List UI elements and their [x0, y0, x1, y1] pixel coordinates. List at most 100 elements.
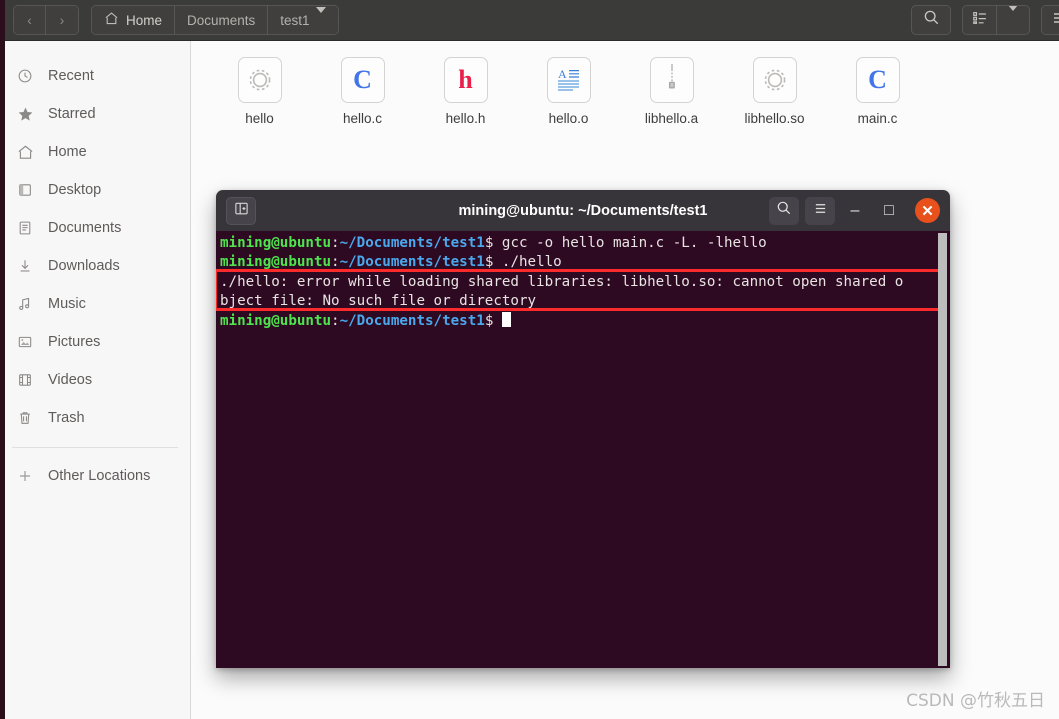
file-type-glyph: C	[868, 65, 887, 94]
terminal-window-controls: – □ ✕	[769, 196, 942, 225]
file-item-hello[interactable]: hello	[208, 57, 311, 126]
sidebar-item-downloads[interactable]: Downloads	[0, 247, 190, 285]
terminal-output-line: bject file: No such file or directory	[220, 293, 537, 310]
forward-button[interactable]: ›	[46, 6, 78, 34]
breadcrumb-item-documents[interactable]: Documents	[175, 6, 269, 34]
file-item-libhello-so[interactable]: libhello.so	[723, 57, 826, 126]
back-button[interactable]: ‹	[14, 6, 46, 34]
terminal-cursor	[501, 311, 511, 327]
maximize-icon: □	[884, 201, 894, 219]
sidebar-label-trash: Trash	[48, 410, 85, 426]
terminal-window: mining@ubuntu: ~/Documents/test1 – □ ✕ m…	[216, 190, 950, 668]
list-view-button[interactable]	[963, 6, 997, 34]
close-button[interactable]: ✕	[915, 198, 940, 223]
file-grid: hello C hello.c h hello.h A hello.o libh…	[192, 41, 1059, 126]
sidebar-label-music: Music	[48, 296, 86, 312]
sidebar-item-pictures[interactable]: Pictures	[0, 323, 190, 361]
terminal-body[interactable]: mining@ubuntu:~/Documents/test1$ gcc -o …	[216, 231, 950, 668]
file-item-hello-h[interactable]: h hello.h	[414, 57, 517, 126]
sidebar-label-other-locations: Other Locations	[48, 468, 151, 484]
terminal-scrollbar[interactable]	[938, 233, 947, 666]
view-mode-group	[962, 5, 1030, 35]
star-icon	[16, 105, 34, 123]
gear-executable-icon	[237, 57, 282, 103]
prompt-path: ~/Documents/test1	[339, 312, 485, 329]
desktop-icon	[16, 181, 34, 199]
sidebar-label-recent: Recent	[48, 68, 94, 84]
file-label: hello.c	[342, 111, 383, 126]
film-icon	[16, 371, 34, 389]
breadcrumb: Home Documents test1	[91, 5, 339, 35]
file-label: hello.o	[548, 111, 589, 126]
search-button[interactable]	[911, 5, 951, 35]
file-item-main-c[interactable]: C main.c	[826, 57, 929, 126]
file-label: hello.h	[445, 111, 486, 126]
search-icon	[776, 200, 792, 221]
download-icon	[16, 257, 34, 275]
breadcrumb-item-home[interactable]: Home	[92, 6, 176, 34]
terminal-line: mining@ubuntu:~/Documents/test1$ ./hello	[218, 253, 950, 272]
file-item-hello-o[interactable]: A hello.o	[517, 57, 620, 126]
list-view-icon	[972, 10, 988, 31]
file-type-glyph: h	[458, 65, 473, 94]
minimize-button[interactable]: –	[841, 197, 869, 225]
sidebar-item-other-locations[interactable]: Other Locations	[0, 457, 190, 495]
chevron-down-icon	[1008, 6, 1018, 29]
breadcrumb-label-documents: Documents	[187, 12, 256, 28]
breadcrumb-item-test1[interactable]: test1	[268, 6, 338, 34]
prompt-colon: :	[331, 235, 340, 251]
view-options-button[interactable]	[997, 6, 1029, 34]
terminal-line: mining@ubuntu:~/Documents/test1$	[218, 311, 950, 331]
terminal-search-button[interactable]	[769, 196, 799, 225]
toolbar-right-group	[911, 5, 1059, 35]
home-icon	[104, 11, 119, 29]
sidebar-label-desktop: Desktop	[48, 182, 102, 198]
prompt-path: ~/Documents/test1	[339, 254, 485, 271]
terminal-output-line: ./hello: error while loading shared libr…	[220, 273, 904, 290]
c-source-icon: C	[855, 57, 900, 103]
close-icon: ✕	[921, 202, 934, 220]
sidebar-divider	[12, 447, 178, 448]
sidebar-item-recent[interactable]: Recent	[0, 57, 190, 95]
file-type-glyph: C	[353, 65, 372, 94]
file-label: libhello.a	[644, 111, 699, 126]
sidebar-item-starred[interactable]: Starred	[0, 95, 190, 133]
file-label: hello	[245, 111, 274, 126]
archive-icon	[649, 57, 694, 103]
terminal-titlebar: mining@ubuntu: ~/Documents/test1 – □ ✕	[216, 190, 950, 231]
text-document-icon: A	[546, 57, 591, 103]
hamburger-menu-icon	[813, 202, 828, 220]
header-toolbar: ‹ › Home Documents test1	[0, 0, 1059, 41]
clock-icon	[16, 67, 34, 85]
sidebar-item-desktop[interactable]: Desktop	[0, 171, 190, 209]
sidebar-label-pictures: Pictures	[48, 334, 101, 350]
trash-icon	[16, 409, 34, 427]
sidebar-item-videos[interactable]: Videos	[0, 361, 190, 399]
music-note-icon	[16, 295, 34, 313]
file-label: libhello.so	[744, 111, 805, 126]
prompt-user: mining@ubuntu	[220, 254, 332, 271]
file-item-libhello-a[interactable]: libhello.a	[620, 57, 723, 126]
breadcrumb-label-test1: test1	[280, 12, 310, 28]
sidebar-item-music[interactable]: Music	[0, 285, 190, 323]
minimize-icon: –	[850, 201, 860, 219]
sidebar-item-documents[interactable]: Documents	[0, 209, 190, 247]
document-icon	[16, 219, 34, 237]
toolbar-left-group: ‹ › Home Documents test1	[0, 5, 339, 35]
sidebar-item-home[interactable]: Home	[0, 133, 190, 171]
file-item-hello-c[interactable]: C hello.c	[311, 57, 414, 126]
sidebar-label-videos: Videos	[48, 372, 93, 388]
sidebar-item-trash[interactable]: Trash	[0, 399, 190, 437]
file-label: main.c	[857, 111, 898, 126]
hamburger-menu-icon	[1051, 11, 1059, 30]
new-tab-button[interactable]	[226, 196, 256, 225]
prompt-path: ~/Documents/test1	[339, 235, 485, 251]
chevron-down-icon	[310, 6, 326, 28]
terminal-command: ./hello	[493, 254, 562, 271]
main-menu-button[interactable]	[1041, 5, 1059, 35]
terminal-menu-button[interactable]	[805, 196, 835, 225]
terminal-line: mining@ubuntu:~/Documents/test1$ gcc -o …	[218, 234, 950, 253]
picture-icon	[16, 333, 34, 351]
maximize-button[interactable]: □	[875, 197, 903, 225]
sidebar-label-home: Home	[48, 144, 87, 160]
